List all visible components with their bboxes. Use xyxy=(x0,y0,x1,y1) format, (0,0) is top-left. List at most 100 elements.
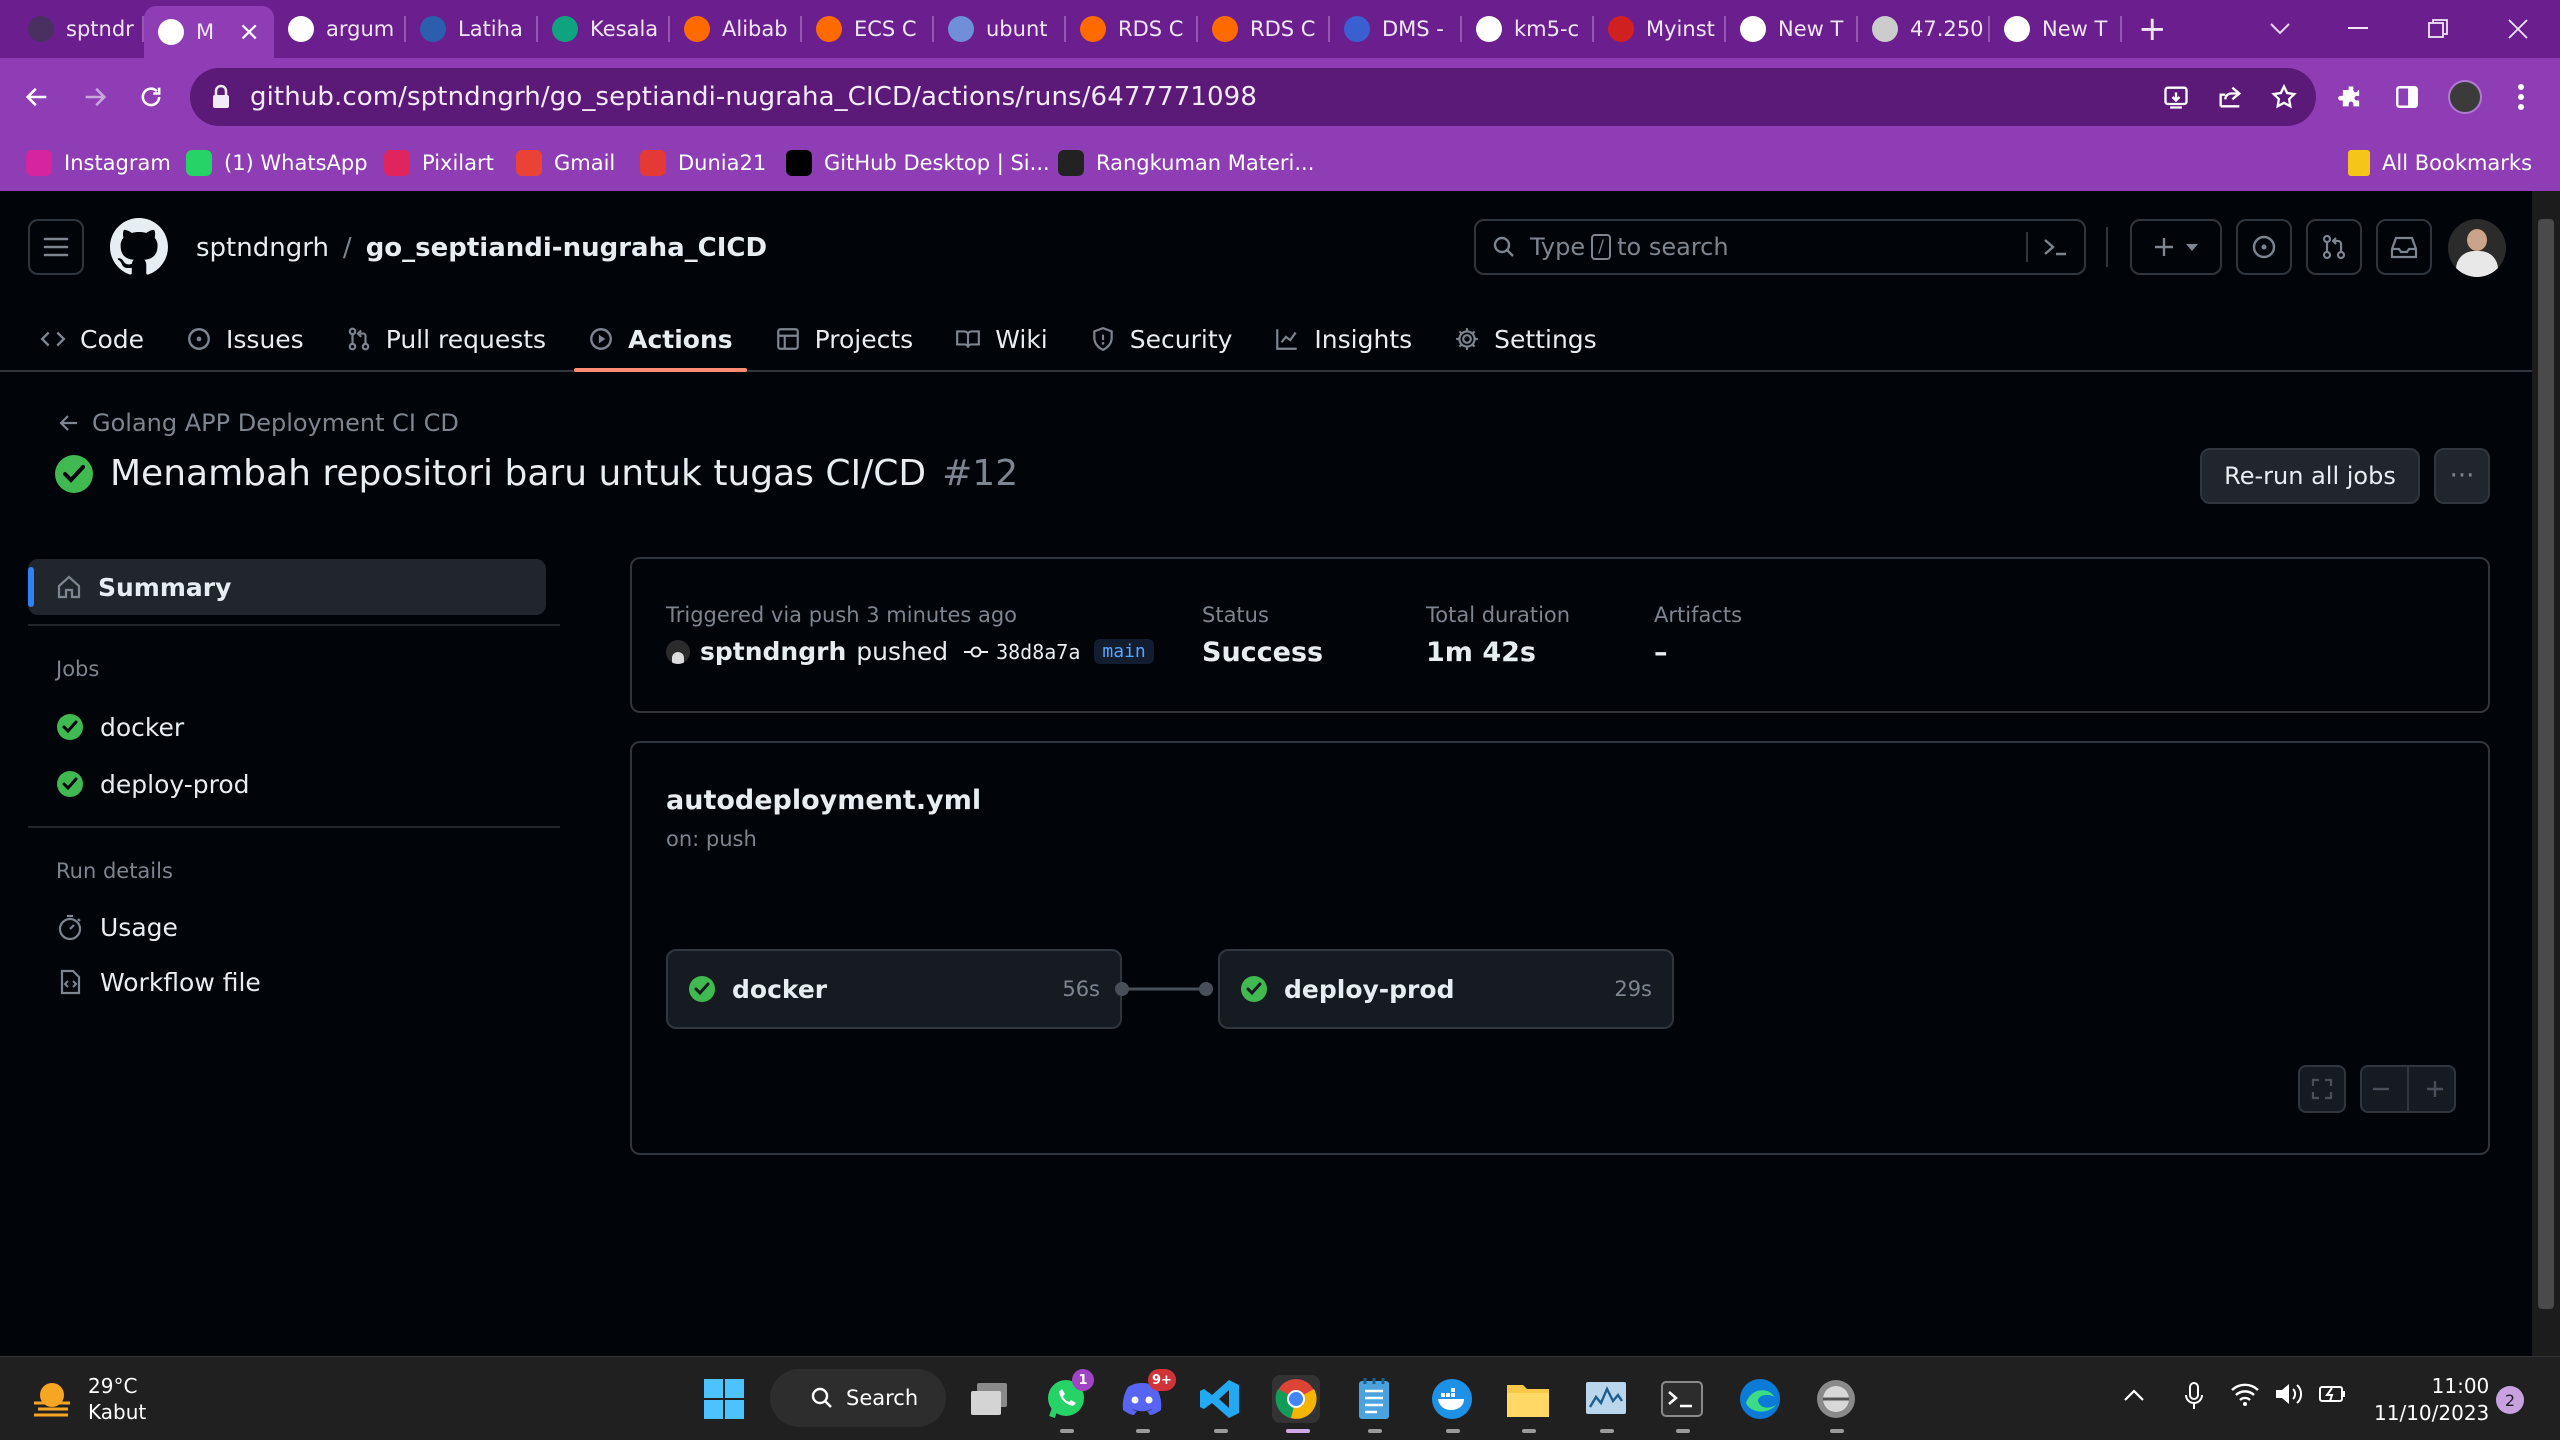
tab-wiki[interactable]: Wiki xyxy=(941,307,1062,371)
actor-link[interactable]: sptndngrh xyxy=(700,637,846,666)
docker-taskbar-button[interactable] xyxy=(1428,1375,1476,1423)
resource-monitor-taskbar-button[interactable] xyxy=(1582,1375,1630,1423)
forward-button[interactable] xyxy=(70,72,120,122)
all-bookmarks[interactable]: All Bookmarks xyxy=(2348,145,2532,181)
rerun-all-jobs-button[interactable]: Re-run all jobs xyxy=(2200,448,2420,504)
bookmark-item[interactable]: Gmail xyxy=(516,145,615,181)
tab-actions[interactable]: Actions xyxy=(574,307,747,372)
sidebar-job-deploy-prod[interactable]: deploy-prod xyxy=(56,762,250,806)
close-tab-icon[interactable]: × xyxy=(238,17,260,47)
bookmark-item[interactable]: (1) WhatsApp xyxy=(186,145,368,181)
notification-center-badge[interactable]: 2 xyxy=(2496,1386,2524,1414)
tab-insights[interactable]: Insights xyxy=(1260,307,1426,371)
close-window-button[interactable] xyxy=(2478,0,2558,58)
commit-sha-link[interactable]: 38d8a7a xyxy=(996,640,1080,664)
bookmark-item[interactable]: Dunia21 xyxy=(640,145,766,181)
browser-tab[interactable]: Myinst xyxy=(1594,6,1726,52)
browser-tab[interactable]: Kesala xyxy=(538,6,670,52)
tab-security[interactable]: Security xyxy=(1076,307,1247,371)
page-scrollbar[interactable] xyxy=(2532,191,2560,1356)
issues-button[interactable] xyxy=(2236,219,2292,275)
bookmark-item[interactable]: Pixilart xyxy=(384,145,494,181)
browser-tab[interactable]: M × xyxy=(144,6,274,58)
reload-button[interactable] xyxy=(126,72,176,122)
address-bar[interactable]: github.com/sptndngrh/go_septiandi-nugrah… xyxy=(190,68,2316,126)
discord-taskbar-button[interactable]: 9+ xyxy=(1118,1369,1176,1423)
chrome-menu-button[interactable] xyxy=(2496,72,2546,122)
taskbar-search[interactable]: Search xyxy=(770,1369,946,1427)
inbox-button[interactable] xyxy=(2376,219,2432,275)
create-new-button[interactable] xyxy=(2130,219,2222,275)
extensions-button[interactable] xyxy=(2326,72,2376,122)
repo-owner-link[interactable]: sptndngrh xyxy=(196,233,329,263)
browser-tab[interactable]: Alibab xyxy=(670,6,802,52)
whatsapp-taskbar-button[interactable]: 1 xyxy=(1042,1369,1094,1423)
file-explorer-taskbar-button[interactable] xyxy=(1504,1375,1552,1423)
bookmark-item[interactable]: Rangkuman Materi... xyxy=(1058,145,1314,181)
browser-tab[interactable]: ECS C xyxy=(802,6,934,52)
sidebar-item-usage[interactable]: Usage xyxy=(56,905,178,949)
weather-widget[interactable]: 29°C Kabut xyxy=(28,1373,146,1425)
tab-search-button[interactable] xyxy=(2240,0,2320,58)
browser-tab[interactable]: argum xyxy=(274,6,406,52)
user-avatar[interactable] xyxy=(2448,219,2506,277)
fullscreen-button[interactable] xyxy=(2298,1065,2346,1113)
site-info-icon[interactable] xyxy=(210,84,232,110)
scrollbar-thumb[interactable] xyxy=(2538,219,2554,1309)
restore-button[interactable] xyxy=(2398,0,2478,58)
workflow-back-link[interactable]: Golang APP Deployment CI CD xyxy=(58,409,459,437)
vscode-taskbar-button[interactable] xyxy=(1196,1375,1244,1423)
edge-taskbar-button[interactable] xyxy=(1736,1375,1784,1423)
new-tab-button[interactable]: + xyxy=(2130,6,2180,52)
notepad-taskbar-button[interactable] xyxy=(1350,1375,1398,1423)
profile-button[interactable] xyxy=(2440,72,2490,122)
search-input[interactable]: Type / to search xyxy=(1474,219,2086,275)
back-button[interactable] xyxy=(12,72,62,122)
command-palette-icon[interactable] xyxy=(2042,236,2068,258)
task-view-button[interactable] xyxy=(966,1375,1014,1423)
show-hidden-icons-button[interactable] xyxy=(2122,1385,2146,1405)
minimize-button[interactable] xyxy=(2318,0,2398,58)
browser-tab[interactable]: sptndr xyxy=(14,6,144,52)
graph-job-docker[interactable]: docker 56s xyxy=(666,949,1122,1029)
browser-tab[interactable]: 47.250 xyxy=(1858,6,1990,52)
clock[interactable]: 11:00 11/10/2023 xyxy=(2374,1373,2489,1427)
bookmark-item[interactable]: Instagram xyxy=(26,145,171,181)
sidebar-item-workflow-file[interactable]: Workflow file xyxy=(56,960,261,1004)
branch-label[interactable]: main xyxy=(1094,639,1154,664)
browser-tab[interactable]: DMS - xyxy=(1330,6,1462,52)
graph-job-deploy-prod[interactable]: deploy-prod 29s xyxy=(1218,949,1674,1029)
microphone-button[interactable] xyxy=(2182,1381,2206,1411)
chrome-taskbar-button[interactable] xyxy=(1272,1375,1320,1423)
browser-tab[interactable]: New T xyxy=(1990,6,2122,52)
bookmark-item[interactable]: GitHub Desktop | Si... xyxy=(786,145,1050,181)
browser-tab[interactable]: RDS C xyxy=(1198,6,1330,52)
global-menu-button[interactable] xyxy=(28,219,84,275)
browser-tab[interactable]: km5-c xyxy=(1462,6,1594,52)
side-panel-button[interactable] xyxy=(2382,72,2432,122)
zoom-out-icon[interactable] xyxy=(2370,1078,2392,1100)
browser-tab[interactable]: RDS C xyxy=(1066,6,1198,52)
start-button[interactable] xyxy=(700,1375,748,1423)
sidebar-job-docker[interactable]: docker xyxy=(56,705,184,749)
bookmark-star-icon[interactable] xyxy=(2270,83,2298,111)
tab-projects[interactable]: Projects xyxy=(761,307,928,371)
browser-tab[interactable]: New T xyxy=(1726,6,1858,52)
zoom-in-icon[interactable] xyxy=(2424,1078,2446,1100)
sidebar-item-summary[interactable]: Summary xyxy=(28,559,546,615)
install-app-icon[interactable] xyxy=(2162,83,2190,111)
tab-pull-requests[interactable]: Pull requests xyxy=(332,307,560,371)
tab-settings[interactable]: Settings xyxy=(1440,307,1611,371)
terminal-taskbar-button[interactable] xyxy=(1658,1375,1706,1423)
pull-requests-button[interactable] xyxy=(2306,219,2362,275)
more-actions-button[interactable]: ··· xyxy=(2434,448,2490,504)
github-logo[interactable] xyxy=(110,218,168,276)
browser-tab[interactable]: ubunt xyxy=(934,6,1066,52)
browser-tab[interactable]: Latiha xyxy=(406,6,538,52)
repo-name-link[interactable]: go_septiandi-nugraha_CICD xyxy=(366,233,767,263)
tab-issues[interactable]: Issues xyxy=(172,307,318,371)
workflow-file-name[interactable]: autodeployment.yml xyxy=(666,785,981,816)
app-taskbar-button[interactable] xyxy=(1812,1375,1860,1423)
tab-code[interactable]: Code xyxy=(28,307,158,371)
share-icon[interactable] xyxy=(2216,83,2244,111)
